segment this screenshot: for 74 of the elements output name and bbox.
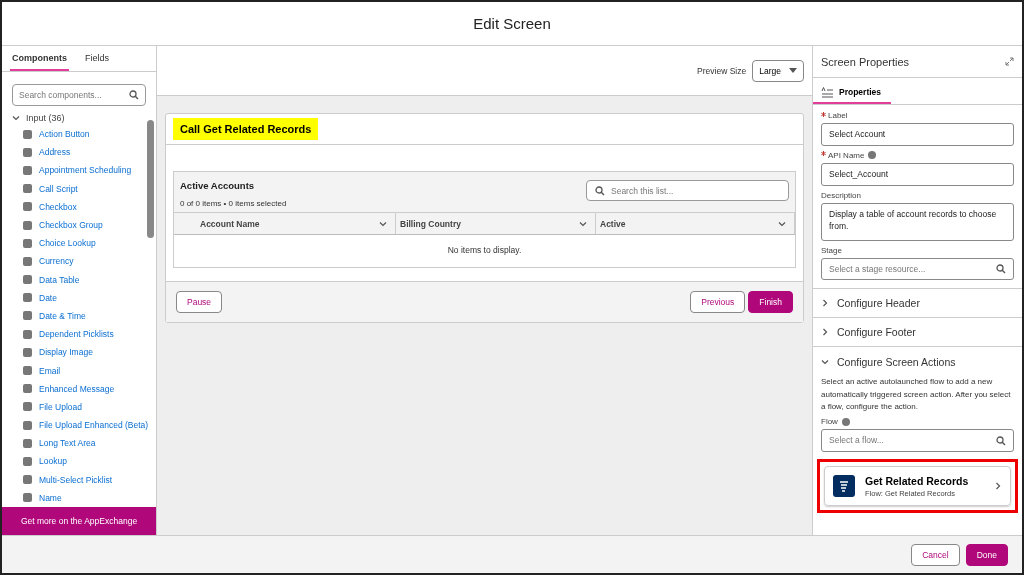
search-icon — [996, 263, 1006, 274]
component-item[interactable]: Dependent Picklists — [2, 325, 144, 344]
expand-icon — [1005, 57, 1014, 66]
section-header[interactable]: Configure Screen Actions — [813, 347, 1022, 377]
component-item[interactable]: Action Button — [2, 125, 144, 144]
empty-message: No items to display. — [446, 244, 523, 257]
component-item[interactable]: Email — [2, 361, 144, 380]
chevron-icon — [579, 219, 587, 228]
screen-title: Call Get Related Records — [173, 118, 319, 140]
chevron-icon — [12, 113, 20, 122]
help-text: Select an active autolaunched flow to add a new automatically triggered screen action. After you select a flow, configure the action. — [820, 376, 1012, 414]
component-item[interactable]: Long Text Area — [2, 434, 144, 453]
chevron-icon — [821, 357, 829, 366]
table-title: Active Accounts — [180, 180, 256, 191]
cancel-button[interactable]: Cancel — [911, 543, 960, 566]
chevron-icon — [994, 482, 1002, 491]
caret-icon — [789, 67, 797, 74]
chevron-icon — [821, 299, 829, 308]
search-icon — [996, 435, 1006, 446]
text-field[interactable]: Select_Account — [821, 162, 1014, 186]
component-item[interactable]: Date & Time — [2, 306, 144, 326]
component-item[interactable]: Display Image — [2, 343, 144, 362]
section-header[interactable]: Configure Footer — [813, 318, 1022, 348]
component-item[interactable]: Address — [2, 143, 144, 162]
column-header[interactable]: Account Name — [174, 213, 396, 234]
component-item[interactable]: Checkbox — [2, 197, 144, 216]
stage-field[interactable]: Select a stage resource... — [821, 257, 1014, 281]
component-item[interactable]: Choice Lookup — [2, 234, 144, 253]
panel-tab[interactable]: Components — [10, 46, 69, 71]
search-icon — [595, 185, 605, 196]
field-label: Label — [828, 111, 848, 120]
component-item[interactable]: Currency — [2, 252, 144, 271]
nav-button[interactable]: Previous — [690, 291, 746, 313]
field-label: Description — [821, 190, 861, 200]
flow-icon — [833, 475, 855, 498]
field-label: Flow — [821, 417, 838, 427]
description-field[interactable]: Display a table of account records to choose from. — [821, 202, 1014, 241]
component-item[interactable]: Call Script — [2, 179, 144, 198]
component-item[interactable]: Date — [2, 288, 144, 307]
component-item[interactable]: Checkbox Group — [2, 215, 144, 235]
flow-field[interactable]: Select a flow... — [821, 429, 1014, 453]
panel-title: Screen Properties — [821, 55, 910, 68]
text-field[interactable]: Select Account — [821, 123, 1014, 146]
search-field[interactable]: Search components... — [12, 84, 146, 106]
field-label: Stage — [821, 245, 842, 255]
component-item[interactable]: Multi-Select Picklist — [2, 470, 144, 489]
chevron-icon — [778, 219, 786, 228]
text-format-icon — [821, 86, 834, 98]
finish-button[interactable]: Finish — [748, 291, 793, 313]
component-item[interactable]: Lookup — [2, 452, 144, 471]
component-item[interactable]: Name — [2, 488, 144, 507]
nav-button[interactable]: Pause — [176, 291, 223, 313]
action-title: Get Related Records — [865, 474, 970, 487]
info-icon — [841, 417, 850, 426]
component-item[interactable]: Appointment Scheduling — [2, 161, 144, 180]
group-header[interactable]: Input (36) — [2, 110, 144, 125]
search-icon — [129, 90, 139, 100]
appexchange-button[interactable]: Get more on the AppExchange — [2, 507, 156, 535]
done-button[interactable]: Done — [965, 543, 1008, 566]
chevron-icon — [821, 328, 829, 337]
component-item[interactable]: File Upload — [2, 397, 144, 416]
table-search-field[interactable]: Search this list... — [586, 180, 789, 201]
component-item[interactable]: Data Table — [2, 270, 144, 289]
column-header[interactable]: Billing Country — [396, 213, 596, 234]
preview-size-select[interactable]: Large — [752, 59, 804, 82]
preview-size-label: Preview Size — [697, 65, 747, 76]
properties-tab[interactable]: Properties — [813, 82, 891, 104]
column-header[interactable]: Active — [596, 213, 795, 234]
table-summary: 0 of 0 items • 0 items selected — [180, 199, 287, 208]
field-label: API Name — [828, 150, 865, 160]
panel-tab[interactable]: Fields — [83, 46, 111, 71]
chevron-icon — [379, 219, 387, 228]
section-header[interactable]: Configure Header — [813, 289, 1022, 319]
component-item[interactable]: Enhanced Message — [2, 379, 144, 398]
